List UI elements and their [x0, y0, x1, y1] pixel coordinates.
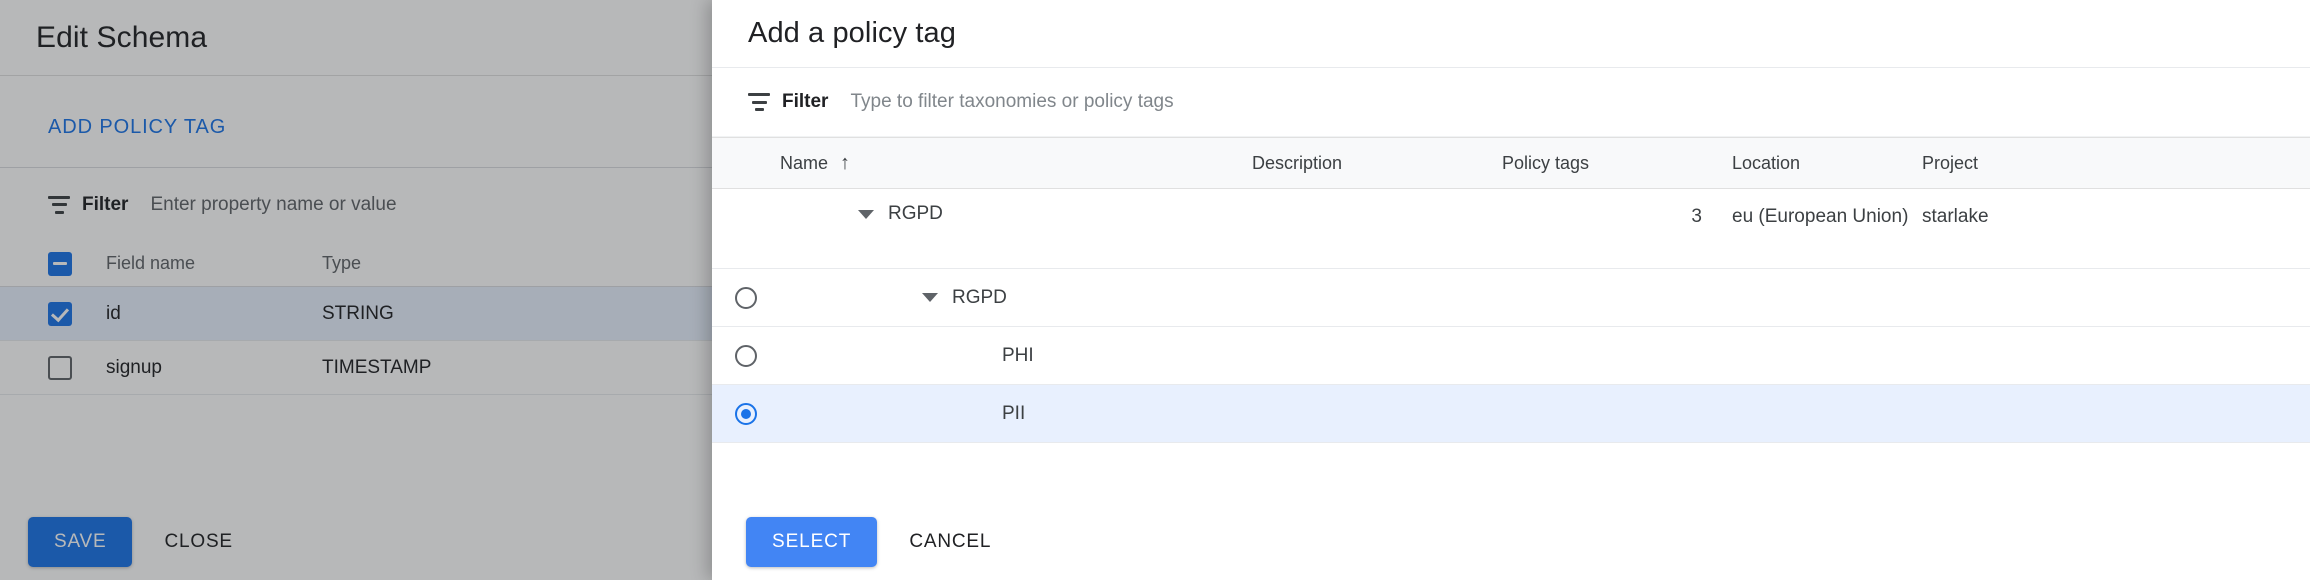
sort-ascending-icon[interactable]: ↑ — [840, 153, 850, 173]
filter-label: Filter — [82, 193, 129, 215]
column-header-name-label: Name — [780, 152, 829, 173]
screen-root: Edit Schema ADD POLICY TAG Filter Enter … — [0, 0, 2310, 580]
taxonomy-project: starlake — [1922, 206, 1989, 227]
save-button[interactable]: SAVE — [28, 517, 133, 567]
page-title: Edit Schema — [36, 20, 208, 54]
dialog-header: Add a policy tag — [712, 0, 2310, 68]
schema-filter-bar[interactable]: Filter Enter property name or value — [0, 167, 712, 241]
policy-tag-radio-cell[interactable] — [712, 286, 780, 309]
policy-tag-radio[interactable] — [735, 286, 757, 309]
schema-filter-input[interactable]: Enter property name or value — [150, 194, 396, 216]
policy-tag-radio-cell[interactable] — [712, 402, 780, 425]
policy-tag-row[interactable]: PII — [712, 385, 2310, 443]
policy-tag-row[interactable]: RGPD — [712, 269, 2310, 327]
table-row[interactable]: id STRING — [0, 287, 712, 341]
collapse-triangle-icon[interactable] — [922, 293, 938, 302]
taxonomy-table-header: Name ↑ Description Policy tags Location … — [712, 137, 2310, 189]
policy-tag-radio-cell[interactable] — [712, 344, 780, 367]
column-header-type[interactable]: Type — [322, 253, 542, 274]
policy-tag-row[interactable]: PHI — [712, 327, 2310, 385]
column-header-name[interactable]: Name ↑ — [780, 153, 1252, 174]
select-all-checkbox[interactable] — [48, 251, 72, 276]
edit-schema-title-bar: Edit Schema — [0, 0, 712, 76]
select-button[interactable]: SELECT — [746, 517, 878, 567]
column-header-project[interactable]: Project — [1922, 153, 2122, 174]
column-header-field-name[interactable]: Field name — [72, 253, 322, 274]
filter-icon — [748, 93, 770, 111]
taxonomy-policy-tags-count: 3 — [1691, 206, 1702, 227]
close-button[interactable]: CLOSE — [142, 517, 254, 567]
dialog-action-bar: SELECT CANCEL — [712, 504, 2310, 580]
collapse-triangle-icon[interactable] — [858, 209, 874, 219]
cell-field-name: id — [106, 302, 121, 324]
filter-label: Filter — [782, 91, 829, 112]
column-header-description[interactable]: Description — [1252, 153, 1502, 174]
dialog-filter-bar[interactable]: Filter Type to filter taxonomies or poli… — [712, 68, 2310, 137]
policy-tag-name: PHI — [1002, 344, 1034, 366]
taxonomy-name: RGPD — [888, 203, 943, 224]
taxonomy-table: Name ↑ Description Policy tags Location … — [712, 137, 2310, 443]
policy-tag-name-cell: RGPD — [780, 287, 1252, 309]
add-policy-tag-button[interactable]: ADD POLICY TAG — [48, 116, 226, 139]
edit-schema-panel: Edit Schema ADD POLICY TAG Filter Enter … — [0, 0, 712, 580]
taxonomy-row[interactable]: RGPD 3 eu (European Union) starlake — [712, 189, 2310, 269]
policy-tag-name: RGPD — [952, 286, 1007, 308]
taxonomy-location: eu (European Union) — [1732, 206, 1909, 227]
add-policy-tag-row: ADD POLICY TAG — [0, 76, 712, 167]
policy-tag-radio-selected[interactable] — [735, 402, 757, 425]
column-header-policy-tags[interactable]: Policy tags — [1502, 153, 1732, 174]
taxonomy-name-cell: RGPD — [780, 203, 1252, 225]
policy-tag-name: PII — [1002, 402, 1026, 424]
add-policy-tag-dialog: Add a policy tag Filter Type to filter t… — [712, 0, 2310, 580]
cancel-button[interactable]: CANCEL — [887, 517, 1013, 567]
filter-icon — [48, 195, 70, 214]
edit-schema-action-bar: SAVE CLOSE — [0, 504, 712, 580]
edit-schema-body: ADD POLICY TAG Filter Enter property nam… — [0, 76, 712, 504]
column-header-location[interactable]: Location — [1732, 153, 1922, 174]
policy-tag-name-cell: PHI — [780, 345, 1252, 367]
taxonomy-filter-input[interactable]: Type to filter taxonomies or policy tags — [850, 91, 1173, 113]
cell-type: TIMESTAMP — [322, 356, 432, 378]
schema-table-header: Field name Type — [0, 241, 712, 287]
row-checkbox[interactable] — [48, 301, 72, 326]
cell-field-name: signup — [106, 356, 162, 378]
policy-tag-radio[interactable] — [735, 344, 757, 367]
cell-type: STRING — [322, 302, 394, 324]
row-checkbox[interactable] — [48, 355, 72, 380]
table-row[interactable]: signup TIMESTAMP — [0, 341, 712, 395]
dialog-title: Add a policy tag — [748, 17, 956, 49]
schema-fields-table: Field name Type id STRING signup TIMESTA… — [0, 241, 712, 395]
policy-tag-name-cell: PII — [780, 403, 1252, 425]
